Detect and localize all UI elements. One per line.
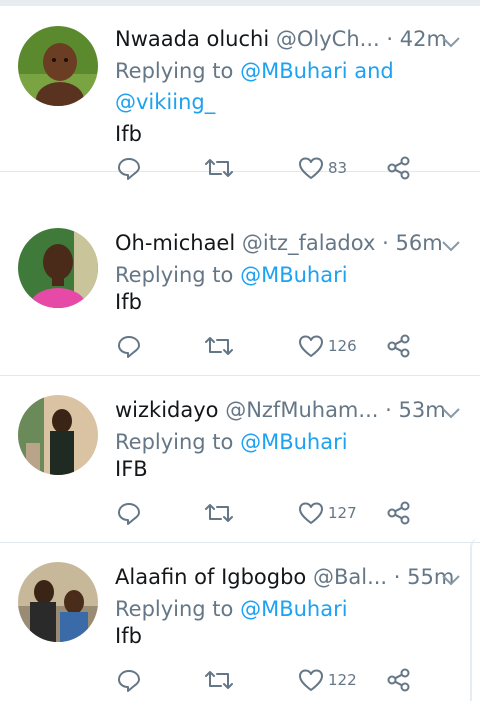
separator-dot: ·	[385, 398, 392, 422]
chevron-down-icon[interactable]	[440, 572, 462, 586]
like-count: 83	[328, 159, 348, 177]
share-button[interactable]	[385, 153, 413, 183]
tweet-text: IFB	[115, 457, 148, 481]
tweet-text: Ifb	[115, 122, 142, 146]
like-button[interactable]: 83	[297, 153, 347, 183]
share-button[interactable]	[385, 498, 413, 528]
chevron-down-icon[interactable]	[440, 405, 462, 419]
tweet-actions: 126	[115, 331, 425, 361]
reply-icon	[115, 666, 143, 694]
user-handle[interactable]: @Bal...	[313, 565, 387, 589]
like-count: 126	[328, 337, 357, 355]
tweet-actions: 83	[115, 153, 425, 183]
separator-dot: ·	[386, 27, 394, 51]
reply-button[interactable]	[115, 498, 143, 528]
reply-icon	[115, 499, 143, 527]
separator-dot: ·	[393, 565, 401, 589]
share-button[interactable]	[385, 665, 413, 695]
timestamp[interactable]: 56m	[395, 231, 442, 255]
mention-link[interactable]: @MBuhari	[240, 597, 347, 621]
user-handle[interactable]: @NzfMuham...	[225, 398, 378, 422]
retweet-button[interactable]	[203, 331, 235, 361]
avatar[interactable]	[18, 395, 98, 475]
like-count: 122	[328, 671, 357, 689]
retweet-button[interactable]	[203, 498, 235, 528]
separator-dot: ·	[382, 231, 389, 255]
share-icon	[385, 154, 413, 182]
display-name[interactable]: wizkidayo	[115, 398, 219, 422]
like-icon	[297, 154, 325, 182]
mention-join[interactable]: and	[348, 59, 394, 83]
replying-prefix: Replying to	[115, 430, 241, 454]
display-name[interactable]: Alaafin of Igbogbo	[115, 565, 306, 589]
tweet-4[interactable]: Alaafin of Igbogbo @Bal... · 55m Replyin…	[0, 544, 480, 701]
like-icon	[297, 666, 325, 694]
replying-to: Replying to @MBuhari and @vikiing_	[115, 56, 455, 118]
share-icon	[385, 666, 413, 694]
tweet-actions: 122	[115, 665, 425, 695]
retweet-icon	[203, 332, 235, 360]
retweet-icon	[203, 499, 235, 527]
reply-button[interactable]	[115, 331, 143, 361]
like-button[interactable]: 127	[297, 498, 357, 528]
replying-to: Replying to @MBuhari	[115, 260, 455, 291]
share-icon	[385, 332, 413, 360]
replying-prefix: Replying to	[115, 59, 241, 83]
retweet-icon	[203, 666, 235, 694]
avatar[interactable]	[18, 26, 98, 106]
user-handle[interactable]: @OlyCh...	[276, 27, 380, 51]
replying-to: Replying to @MBuhari	[115, 594, 455, 625]
chevron-down-icon[interactable]	[440, 34, 462, 48]
mention-link[interactable]: @MBuhari	[240, 59, 347, 83]
reply-icon	[115, 332, 143, 360]
display-name[interactable]: Nwaada oluchi	[115, 27, 269, 51]
tweet-actions: 127	[115, 498, 425, 528]
tweet-header: Alaafin of Igbogbo @Bal... · 55m	[115, 562, 454, 592]
tweet-text: Ifb	[115, 290, 142, 314]
chevron-down-icon[interactable]	[440, 238, 462, 252]
avatar[interactable]	[18, 562, 98, 642]
like-icon	[297, 332, 325, 360]
replying-prefix: Replying to	[115, 597, 241, 621]
reply-icon	[115, 154, 143, 182]
tweet-text: Ifb	[115, 624, 142, 648]
user-handle[interactable]: @itz_faladox	[242, 231, 376, 255]
like-button[interactable]: 126	[297, 331, 357, 361]
avatar[interactable]	[18, 228, 98, 308]
like-button[interactable]: 122	[297, 665, 357, 695]
like-icon	[297, 499, 325, 527]
tweet-2[interactable]: Oh-michael @itz_faladox · 56m Replying t…	[0, 210, 480, 376]
share-button[interactable]	[385, 331, 413, 361]
timestamp[interactable]: 53m	[398, 398, 445, 422]
tweet-3[interactable]: wizkidayo @NzfMuham... · 53m Replying to…	[0, 377, 480, 543]
mention-link[interactable]: @MBuhari	[240, 263, 347, 287]
replying-prefix: Replying to	[115, 263, 241, 287]
retweet-icon	[203, 154, 235, 182]
scrollbar[interactable]	[470, 538, 480, 701]
replying-to: Replying to @MBuhari	[115, 427, 455, 458]
mention-link[interactable]: @MBuhari	[240, 430, 347, 454]
display-name[interactable]: Oh-michael	[115, 231, 235, 255]
share-icon	[385, 499, 413, 527]
reply-button[interactable]	[115, 153, 143, 183]
tweet-1[interactable]: Nwaada oluchi @OlyCh... · 42m Replying t…	[0, 6, 480, 180]
reply-button[interactable]	[115, 665, 143, 695]
like-count: 127	[328, 504, 357, 522]
tweet-header: Oh-michael @itz_faladox · 56m	[115, 228, 445, 258]
tweet-header: Nwaada oluchi @OlyCh... · 42m	[115, 24, 447, 54]
retweet-button[interactable]	[203, 153, 235, 183]
mention-link[interactable]: @vikiing_	[115, 90, 215, 114]
tweet-header: wizkidayo @NzfMuham... · 53m	[115, 395, 446, 425]
retweet-button[interactable]	[203, 665, 235, 695]
